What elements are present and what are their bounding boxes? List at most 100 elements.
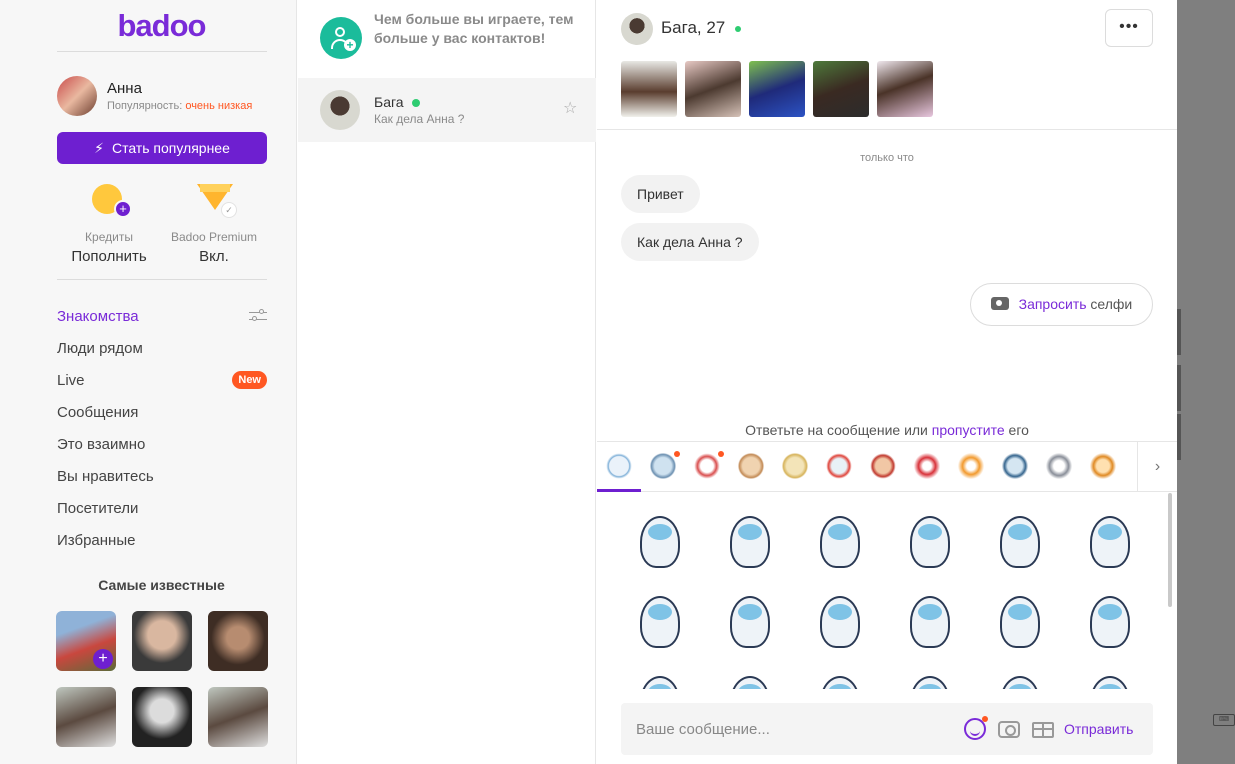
more-options-button[interactable]: ••• [1105, 9, 1153, 47]
user-name[interactable]: Анна [107, 80, 142, 97]
famous-user-thumb[interactable] [132, 687, 192, 747]
famous-user-thumb[interactable] [208, 611, 268, 671]
nav-item-visitors[interactable]: Посетители [57, 492, 267, 524]
sticker-pack-tab-boy[interactable] [868, 451, 898, 481]
sticker-item[interactable] [988, 670, 1050, 689]
reply-hint-suffix: его [1008, 422, 1029, 438]
sticker-item[interactable] [1078, 590, 1140, 652]
credits-widget[interactable]: + Кредиты Пополнить [54, 184, 164, 265]
famous-user-thumb[interactable] [132, 611, 192, 671]
keyboard-icon[interactable]: ⌨ [1213, 714, 1235, 726]
request-label: Запросить [1018, 296, 1087, 312]
nav-item-messages[interactable]: Сообщения [57, 396, 267, 428]
add-icon[interactable]: + [93, 649, 113, 669]
sticker-scrollbar[interactable] [1168, 493, 1172, 607]
user-avatar[interactable] [57, 76, 97, 116]
online-indicator [411, 99, 420, 108]
contact-name-row: Бага [374, 94, 420, 110]
partner-photo[interactable] [813, 61, 869, 117]
nav-item-people-nearby[interactable]: Люди рядом [57, 332, 267, 364]
partner-photo[interactable] [685, 61, 741, 117]
partner-photo[interactable] [749, 61, 805, 117]
sticker-item[interactable] [898, 590, 960, 652]
premium-widget[interactable]: ✓ Badoo Premium Вкл. [159, 184, 269, 265]
gift-icon[interactable] [1032, 722, 1054, 738]
top-up-link[interactable]: Пополнить [54, 248, 164, 265]
reply-hint: Ответьте на сообщение или пропустите его [597, 422, 1177, 438]
sticker-item[interactable] [988, 510, 1050, 572]
sticker-item[interactable] [808, 590, 870, 652]
request-selfie-button[interactable]: Запросить селфи [970, 283, 1153, 326]
sticker-item[interactable] [898, 670, 960, 689]
sticker-pack-tab-astronaut[interactable] [824, 451, 854, 481]
chat-avatar[interactable] [621, 13, 653, 45]
contact-avatar [320, 90, 360, 130]
partner-photo[interactable] [621, 61, 677, 117]
premium-status[interactable]: Вкл. [159, 248, 269, 265]
sticker-pack-tab-hearts[interactable] [912, 451, 942, 481]
sticker-item[interactable] [988, 590, 1050, 652]
sticker-item[interactable] [718, 590, 780, 652]
sticker-item[interactable] [1078, 510, 1140, 572]
nav-item-mutual[interactable]: Это взаимно [57, 428, 267, 460]
nav-label: Люди рядом [57, 339, 143, 357]
message-composer: Отправить [621, 703, 1153, 755]
popularity-value[interactable]: очень низкая [185, 100, 252, 112]
nav-item-liked-you[interactable]: Вы нравитесь [57, 460, 267, 492]
chat-pane: Бага, 27 ••• только что Привет Как дела … [597, 0, 1177, 764]
sticker-item[interactable] [628, 510, 690, 572]
skip-link[interactable]: пропустите [932, 422, 1005, 438]
filter-icon[interactable] [249, 308, 267, 324]
nav-label: Избранные [57, 531, 136, 549]
main-nav: Знакомства Люди рядом Live New Сообщения… [57, 300, 267, 556]
selfie-label: селфи [1090, 296, 1133, 312]
promo-text: Чем больше вы играете, тем больше у вас … [374, 11, 574, 46]
sticker-pack-tab-yeti[interactable] [604, 451, 634, 481]
nav-item-favorites[interactable]: Избранные [57, 524, 267, 556]
famous-user-thumb[interactable] [56, 687, 116, 747]
sticker-grid [597, 493, 1177, 689]
chat-title[interactable]: Бага, 27 [661, 18, 742, 38]
sticker-item[interactable] [628, 590, 690, 652]
famous-user-thumb[interactable] [208, 687, 268, 747]
sticker-item[interactable] [718, 670, 780, 689]
sticker-item[interactable] [1078, 670, 1140, 689]
nav-label: Посетители [57, 499, 139, 517]
sticker-pack-tab-balloons[interactable] [692, 451, 724, 481]
nav-item-encounters[interactable]: Знакомства [57, 300, 267, 332]
emoji-icon[interactable] [964, 716, 988, 740]
become-popular-label: Стать популярнее [111, 140, 230, 156]
sticker-pack-tab-tiger[interactable] [956, 451, 986, 481]
divider [57, 279, 267, 280]
contacts-column: + Чем больше вы играете, тем больше у ва… [298, 0, 596, 764]
sticker-item[interactable] [898, 510, 960, 572]
become-popular-button[interactable]: ⚡ Стать популярнее [57, 132, 267, 164]
sticker-pack-tab-cat[interactable] [1044, 451, 1074, 481]
reply-hint-text: Ответьте на сообщение или [745, 422, 928, 438]
contact-row[interactable]: Бага Как дела Анна ? ☆ [298, 78, 596, 142]
overlay-edge [1177, 414, 1181, 460]
chevron-right-icon[interactable]: › [1137, 442, 1177, 491]
sticker-item[interactable] [718, 510, 780, 572]
premium-label: Badoo Premium [170, 230, 258, 244]
online-indicator [735, 25, 742, 32]
sticker-pack-tab-fox[interactable] [1088, 451, 1118, 481]
nav-label: Вы нравитесь [57, 467, 154, 485]
famous-user-thumb[interactable]: + [56, 611, 116, 671]
sticker-pack-tab-girl[interactable] [780, 451, 810, 481]
star-icon[interactable]: ☆ [563, 98, 577, 118]
camera-icon[interactable] [998, 721, 1020, 738]
sticker-item[interactable] [808, 510, 870, 572]
sticker-item[interactable] [808, 670, 870, 689]
partner-photo[interactable] [877, 61, 933, 117]
sticker-pack-tab-raccoon[interactable] [1000, 451, 1030, 481]
sticker-pack-tab-robot[interactable] [648, 451, 680, 481]
message-input[interactable] [621, 703, 941, 755]
badoo-logo[interactable]: badoo [0, 8, 323, 44]
nav-item-live[interactable]: Live New [57, 364, 267, 396]
sticker-pack-tab-corgi[interactable] [736, 451, 766, 481]
overlay-edge [1177, 309, 1181, 355]
send-button[interactable]: Отправить [1064, 721, 1133, 737]
new-indicator [674, 451, 680, 457]
sticker-item[interactable] [628, 670, 690, 689]
